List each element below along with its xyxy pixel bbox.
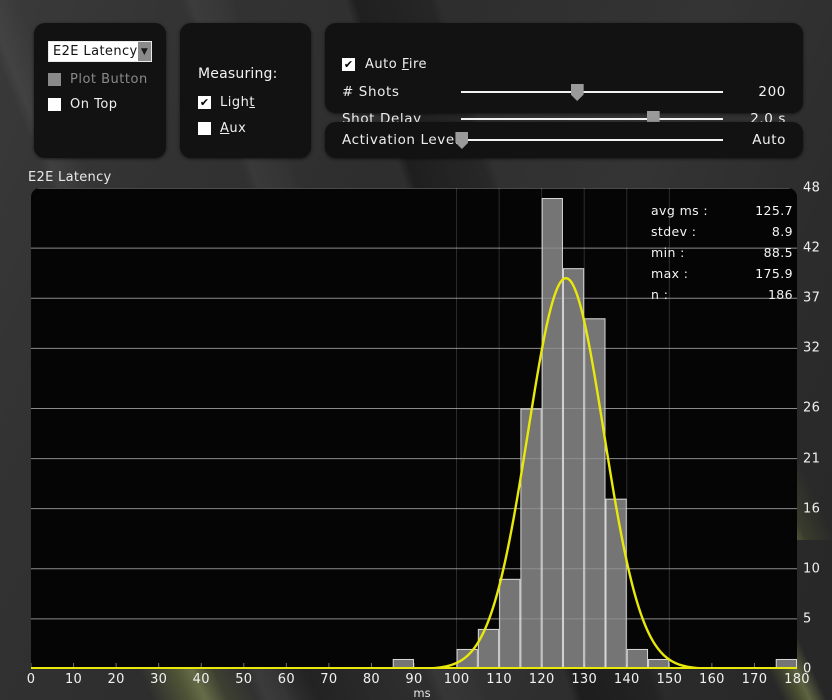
x-axis-tick-label: 120 [528,672,555,687]
source-panel: E2E Latency ▼ Plot Button On Top [34,23,166,158]
gridlines-vertical-overlay [456,188,670,669]
on-top-checkbox[interactable] [48,97,61,111]
stat-key: max : [651,266,689,281]
histogram-bar [456,648,478,669]
activation-label: Activation Level [342,132,460,148]
x-axis-tick-label: 50 [235,672,253,687]
stat-row: avg ms : 125.7 [651,200,793,221]
y-axis-tick-label: 37 [803,290,821,306]
measuring-panel: Measuring: ✔ Light Aux [180,23,311,158]
x-axis-unit-label: ms [413,686,431,700]
aux-label: Aux [220,120,247,136]
stat-row: stdev : 8.9 [651,221,793,242]
y-axis-tick-label: 48 [803,180,821,196]
shots-slider-track[interactable] [461,91,724,93]
shots-slider-handle[interactable] [570,84,584,101]
histogram-bar [562,268,585,669]
histogram-bar [541,198,563,669]
histogram-bar [626,648,649,669]
source-select[interactable]: E2E Latency ▼ [48,41,152,62]
y-axis-tick-label: 42 [803,240,821,256]
y-axis-tick-label: 16 [803,501,821,517]
activation-slider[interactable] [455,129,724,151]
y-axis-tick-label: 26 [803,400,821,416]
y-axis-tick-label: 32 [803,340,821,356]
activation-slider-row: Activation Level Auto [342,129,786,151]
plot-button-checkbox[interactable] [48,72,61,86]
shots-label: # Shots [342,84,400,100]
measuring-title: Measuring: [198,66,278,82]
shots-slider-row: # Shots 200 [342,81,786,103]
x-axis-tick-label: 150 [656,672,683,687]
stat-key: n : [651,287,669,302]
x-axis-tick-label: 160 [699,672,725,687]
auto-fire-checkbox-row[interactable]: ✔ Auto Fire [342,57,427,72]
x-axis-tick-label: 0 [26,672,36,687]
x-axis-tick-label: 20 [107,672,125,687]
plot-button-checkbox-row[interactable]: Plot Button [48,70,148,88]
x-axis-tick-label: 60 [277,672,295,687]
stat-value: 8.9 [771,224,793,239]
statistics-overlay: avg ms : 125.7 stdev : 8.9 min : 88.5 max : 175… [651,200,793,305]
light-checkbox[interactable]: ✔ [198,95,211,109]
histogram-bar [520,408,542,669]
y-axis-tick-label: 21 [803,451,821,467]
histogram-bar [605,498,627,669]
y-axis-tick-label: 10 [803,561,821,577]
activation-slider-track[interactable] [461,139,724,141]
stat-key: stdev : [651,224,697,239]
chart-title: E2E Latency [28,170,112,185]
x-axis-tick-label: 180 [784,672,810,687]
x-axis-tick-label: 10 [64,672,83,687]
gaussian-fit-curve [31,276,797,669]
activation-value: Auto [752,132,786,148]
y-axis-tick-label: 5 [803,611,812,627]
chevron-down-icon[interactable]: ▼ [137,42,151,61]
x-axis-tick-label: 100 [443,672,470,687]
light-checkbox-row[interactable]: ✔ Light [198,93,255,111]
auto-fire-checkbox[interactable]: ✔ [342,58,355,71]
x-axis-tick-label: 170 [741,672,768,687]
x-axis-tick-label: 110 [486,672,512,687]
aux-checkbox[interactable] [198,121,211,135]
on-top-label: On Top [70,96,118,112]
stat-row: min : 88.5 [651,242,793,263]
x-axis-tick-label: 30 [150,672,168,687]
x-axis-tick-label: 140 [613,672,640,687]
activation-panel: Activation Level Auto [325,122,803,158]
auto-fire-panel: ✔ Auto Fire # Shots 200 Shot Delay 2.0 s [325,23,803,128]
stat-value: 88.5 [763,245,793,260]
x-axis-tick-label: 80 [362,672,381,687]
plot-button-label: Plot Button [70,71,148,87]
light-label: Light [220,94,255,110]
stat-value: 125.7 [755,203,793,218]
shot-delay-slider-track[interactable] [461,118,724,120]
x-axis-tick-label: 130 [571,672,598,687]
aux-checkbox-row[interactable]: Aux [198,119,246,137]
shots-slider[interactable] [461,81,724,103]
on-top-checkbox-row[interactable]: On Top [48,95,118,113]
stat-row: max : 175.9 [651,263,793,284]
x-axis-tick-label: 40 [192,672,210,687]
source-select-label: E2E Latency [53,44,138,59]
stat-key: min : [651,245,685,260]
shots-value: 200 [758,84,786,100]
stat-key: avg ms : [651,203,709,218]
auto-fire-label: Auto Fire [365,57,428,72]
histogram-bar [499,578,521,669]
stat-value: 175.9 [755,266,793,281]
stat-value: 186 [767,287,793,302]
x-axis-tick-label: 90 [405,672,423,687]
stat-row: n : 186 [651,284,793,305]
x-axis-tick-label: 70 [320,672,338,687]
